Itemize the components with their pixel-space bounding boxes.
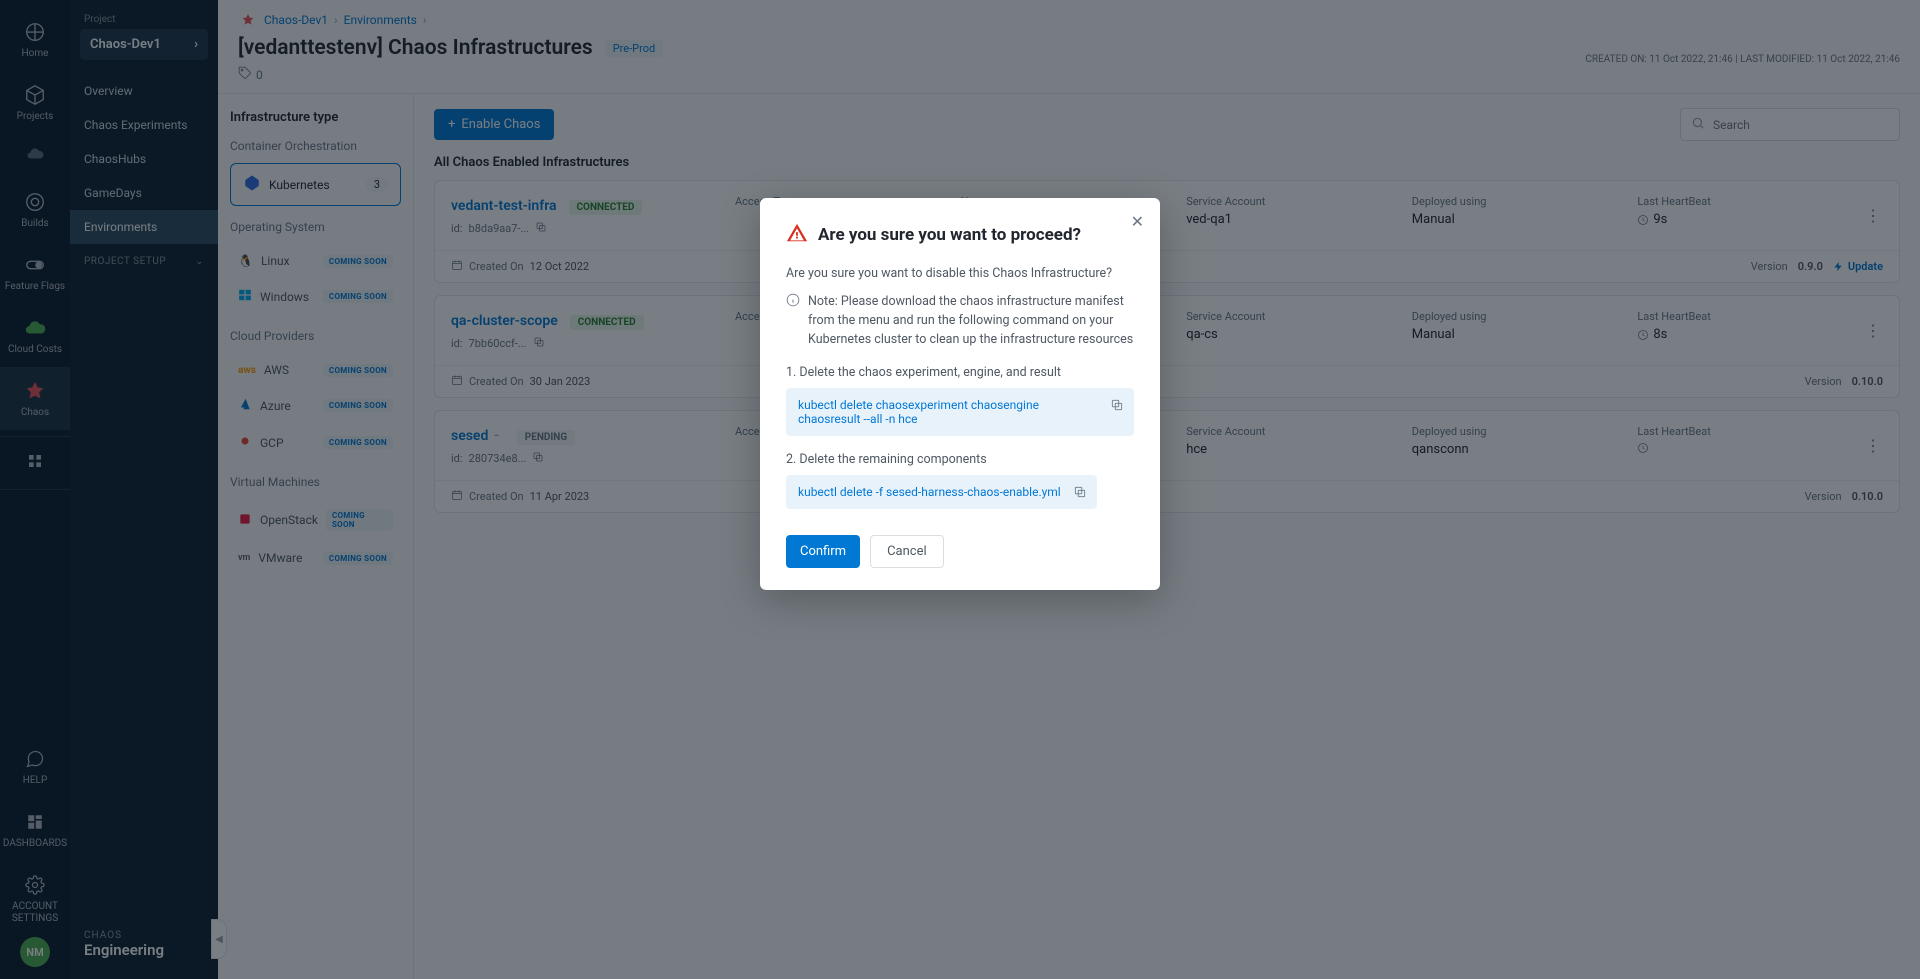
- confirm-button[interactable]: Confirm: [786, 535, 860, 568]
- confirm-modal: ✕ Are you sure you want to proceed? Are …: [760, 198, 1160, 590]
- code-block-1: kubectl delete chaosexperiment chaosengi…: [786, 388, 1134, 436]
- modal-note-text: Note: Please download the chaos infrastr…: [808, 293, 1134, 349]
- code-text-2: kubectl delete -f sesed-harness-chaos-en…: [798, 485, 1061, 499]
- code-block-2: kubectl delete -f sesed-harness-chaos-en…: [786, 475, 1097, 509]
- modal-title: Are you sure you want to proceed?: [818, 225, 1081, 245]
- code-text-1: kubectl delete chaosexperiment chaosengi…: [798, 398, 1039, 426]
- copy-icon[interactable]: [1110, 398, 1124, 415]
- copy-icon[interactable]: [1073, 485, 1087, 502]
- modal-note: Note: Please download the chaos infrastr…: [786, 293, 1134, 349]
- cancel-button[interactable]: Cancel: [870, 535, 944, 568]
- close-icon[interactable]: ✕: [1131, 212, 1144, 231]
- warning-icon: [786, 222, 808, 248]
- modal-step-2: 2. Delete the remaining components: [786, 452, 1134, 467]
- info-icon: [786, 293, 800, 349]
- modal-question: Are you sure you want to disable this Ch…: [786, 266, 1134, 281]
- modal-step-1: 1. Delete the chaos experiment, engine, …: [786, 365, 1134, 380]
